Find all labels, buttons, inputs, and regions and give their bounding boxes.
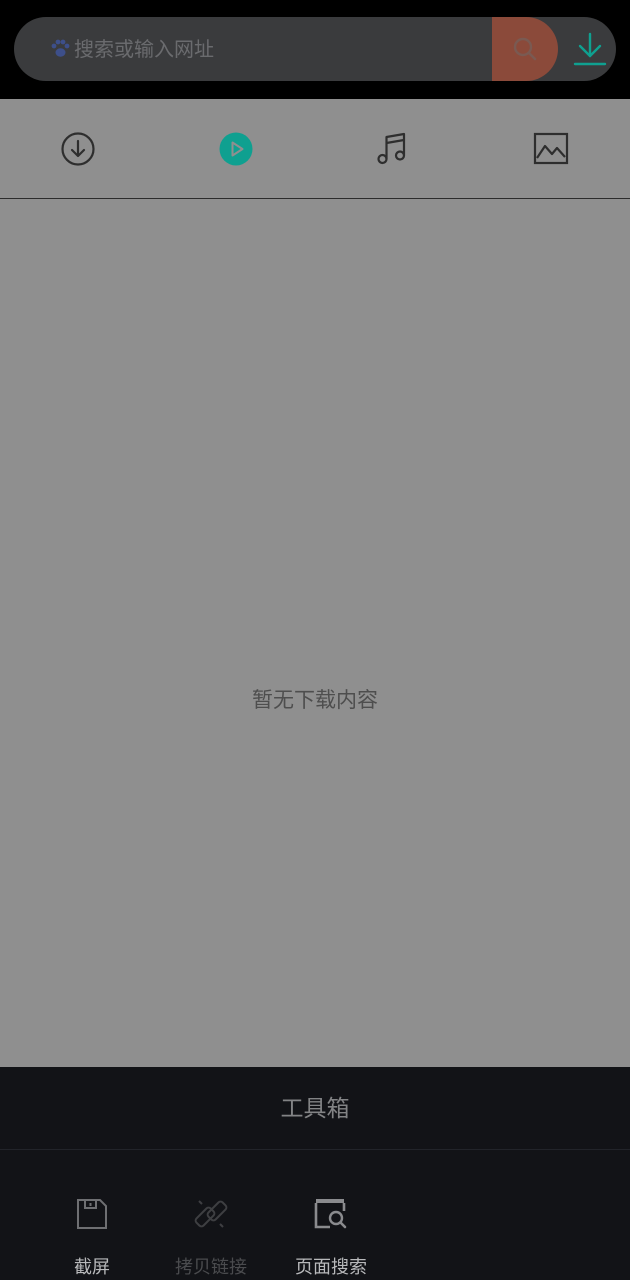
play-circle-icon [219, 132, 253, 165]
search-bar[interactable]: 搜索或输入网址 [14, 17, 616, 81]
download-circle-icon [61, 131, 95, 166]
page-search-button[interactable]: 页面搜索 [271, 1196, 391, 1280]
toolbox-title: 工具箱 [280, 1096, 350, 1122]
search-icon [513, 37, 537, 61]
screenshot-icon [77, 1199, 107, 1229]
paw-icon [51, 39, 70, 57]
tab-image[interactable] [511, 99, 591, 198]
screenshot-label: 截屏 [74, 1257, 110, 1278]
search-button[interactable] [492, 17, 558, 81]
empty-state-message: 暂无下载内容 [252, 688, 378, 712]
search-input[interactable]: 搜索或输入网址 [74, 36, 214, 62]
page-search-label: 页面搜索 [295, 1257, 367, 1278]
tab-music[interactable] [352, 99, 432, 198]
link-icon [194, 1200, 228, 1228]
download-icon[interactable] [572, 32, 608, 68]
tab-video[interactable] [196, 99, 276, 198]
image-icon [533, 132, 569, 164]
top-bar: 搜索或输入网址 [0, 0, 630, 99]
copy-link-label: 拷贝链接 [175, 1257, 247, 1278]
page-search-icon [314, 1199, 347, 1229]
tab-download[interactable] [38, 99, 118, 198]
download-list: 暂无下载内容 [0, 199, 630, 1067]
music-note-icon [377, 132, 406, 164]
screenshot-button[interactable]: 截屏 [32, 1196, 152, 1280]
category-tabs [0, 99, 630, 199]
toolbox-divider [0, 1149, 630, 1150]
copy-link-button[interactable]: 拷贝链接 [151, 1196, 271, 1280]
